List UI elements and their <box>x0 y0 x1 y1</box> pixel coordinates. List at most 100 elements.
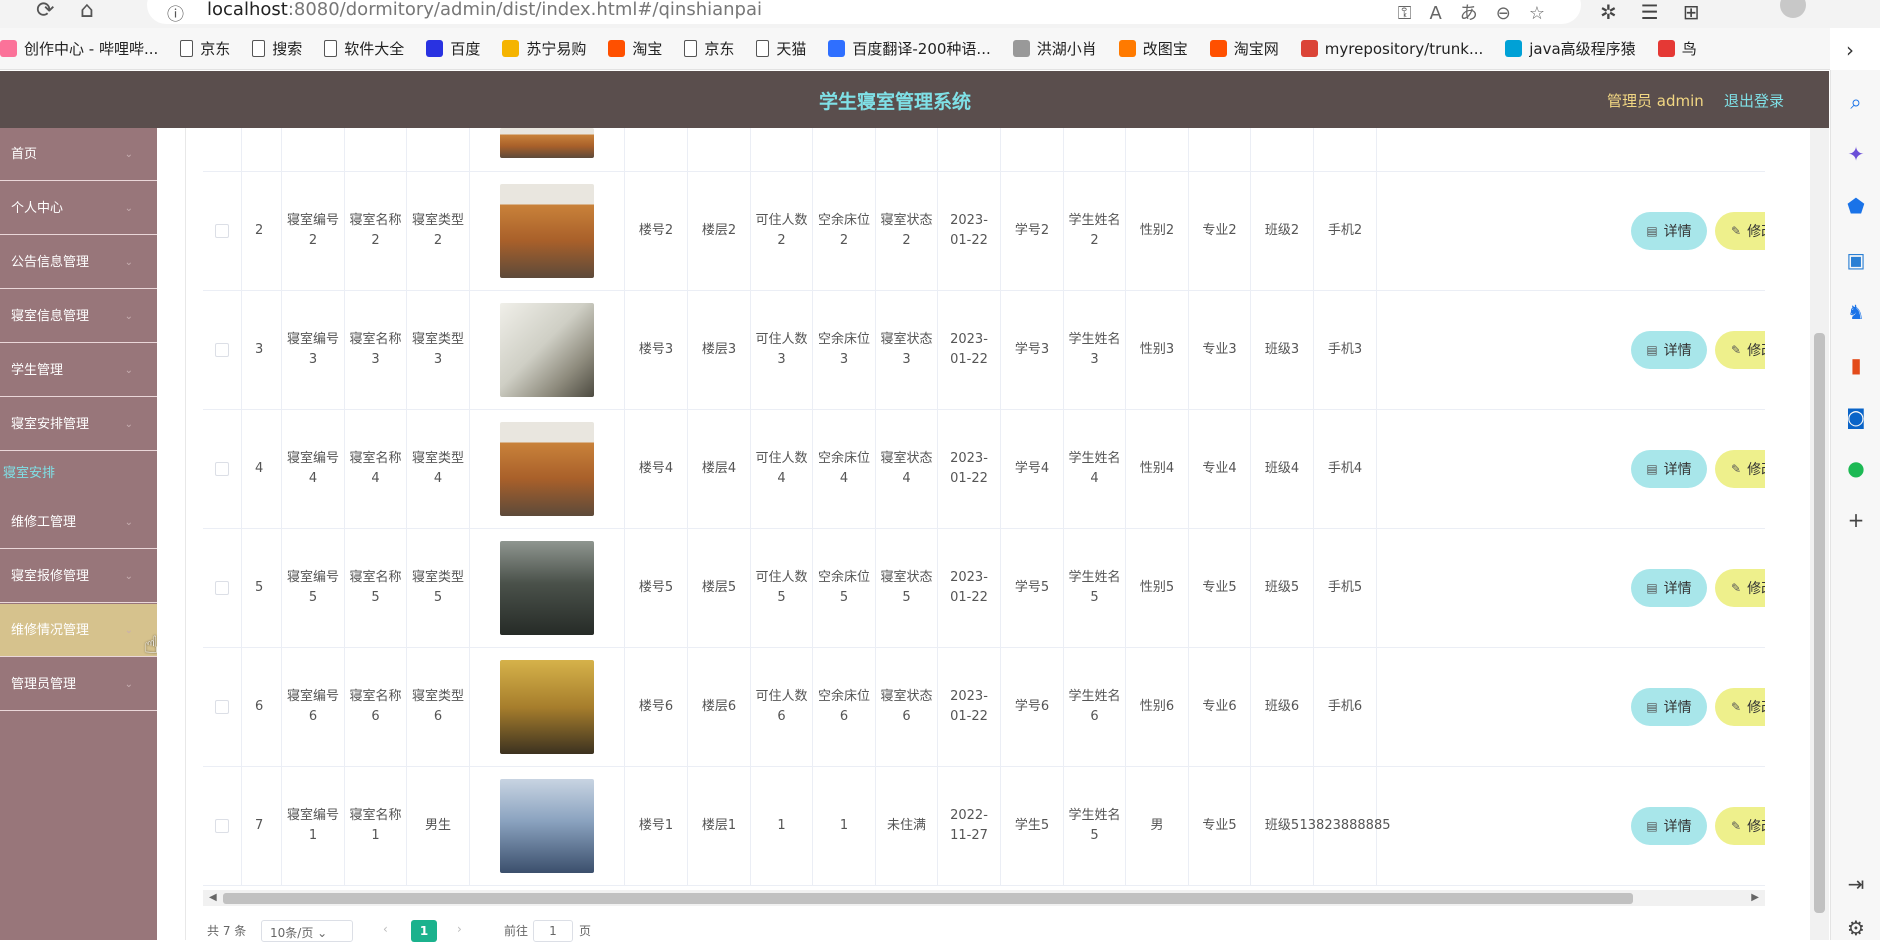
next-page-icon[interactable]: › <box>457 922 462 936</box>
row-checkbox[interactable] <box>215 343 229 357</box>
sidebar-item[interactable]: 学生管理 ⌄ <box>0 344 157 397</box>
room-photo[interactable] <box>500 422 594 516</box>
table-cell-bianhao: 寝室编号6 <box>282 648 345 766</box>
sidebar-collapse-icon[interactable]: ⇥ <box>1844 872 1868 896</box>
room-photo[interactable] <box>500 660 594 754</box>
detail-label: 详情 <box>1663 581 1692 597</box>
profile-avatar[interactable] <box>1780 0 1806 18</box>
settings-icon[interactable]: ⚙ <box>1844 916 1868 940</box>
sidebar-item[interactable]: 寝室安排管理 ⌄ <box>0 398 157 451</box>
room-photo[interactable] <box>500 541 594 635</box>
bookmark-item[interactable]: 京东 <box>684 38 734 59</box>
bookmark-item[interactable]: 创作中心 - 哔哩哔... <box>0 38 158 59</box>
sidebar-item[interactable]: 公告信息管理 ⌄ <box>0 236 157 289</box>
edit-button[interactable]: ✎ 修改 <box>1715 688 1765 726</box>
edit-label: 修改 <box>1747 224 1765 240</box>
bookmark-item[interactable]: 苏宁易购 <box>502 38 586 59</box>
bookmark-item[interactable]: 百度 <box>426 38 480 59</box>
horizontal-scrollbar[interactable]: ◀ ▶ <box>203 890 1765 906</box>
edit-button[interactable]: ✎ 修改 <box>1715 212 1765 250</box>
bookmarks-bar: 创作中心 - 哔哩哔... 京东 搜索 软件大全 百度 苏宁易购 淘宝 京东 天猫 百度翻译-20… <box>0 28 1830 70</box>
row-checkbox[interactable] <box>215 819 229 833</box>
room-photo[interactable] <box>500 779 594 873</box>
sidebar-item[interactable]: 寝室信息管理 ⌄ <box>0 290 157 343</box>
bookmark-label: 京东 <box>704 40 735 58</box>
page-icon <box>684 40 698 57</box>
row-checkbox[interactable] <box>215 700 229 714</box>
bookmarks-more-icon[interactable]: › <box>1846 38 1854 62</box>
sidebar-subitem-active[interactable]: 寝室安排 <box>3 462 55 481</box>
detail-button[interactable]: ▤ 详情 <box>1631 807 1707 845</box>
sidebar-item[interactable]: 维修工管理 ⌄ <box>0 496 157 549</box>
info-icon[interactable]: ⓘ <box>167 0 184 25</box>
edit-button[interactable]: ✎ 修改 <box>1715 807 1765 845</box>
taobao-icon <box>1209 40 1227 57</box>
url-text[interactable]: localhost:8080/dormitory/admin/dist/inde… <box>207 0 762 20</box>
copilot-icon[interactable]: ✦ <box>1844 142 1868 166</box>
edit-button[interactable]: ✎ 修改 <box>1715 569 1765 607</box>
table-cell <box>625 128 688 171</box>
row-checkbox[interactable] <box>215 224 229 238</box>
bookmark-item[interactable]: 百度翻译-200种语... <box>828 38 991 59</box>
table-cell-zhuangtai: 寝室状态6 <box>876 648 938 766</box>
edit-button[interactable]: ✎ 修改 <box>1715 331 1765 369</box>
bookmark-item[interactable]: 软件大全 <box>324 38 404 59</box>
table-cell-zhuanye: 专业5 <box>1189 529 1251 647</box>
detail-button[interactable]: ▤ 详情 <box>1631 688 1707 726</box>
row-checkbox[interactable] <box>215 462 229 476</box>
current-page[interactable]: 1 <box>411 920 437 942</box>
sidebar-item[interactable]: 寝室报修管理 ⌄ <box>0 550 157 603</box>
taobao-icon <box>608 40 626 57</box>
tag-icon[interactable]: ⬟ <box>1844 194 1868 218</box>
extensions-icon[interactable]: ✲☰⊞ <box>1600 0 1723 24</box>
row-checkbox[interactable] <box>215 581 229 595</box>
bookmark-item[interactable]: java高级程序猿 <box>1505 38 1636 59</box>
vertical-scrollbar[interactable] <box>1810 128 1829 940</box>
table-cell <box>751 128 813 171</box>
bookmark-item[interactable]: 搜索 <box>252 38 302 59</box>
bookmark-item[interactable]: 洪湖小肖 <box>1012 38 1097 59</box>
office-icon[interactable]: ▮ <box>1844 353 1868 377</box>
address-bar-actions-icon[interactable]: ⚿Aあ⊖☆ <box>1398 0 1563 25</box>
bookmark-item[interactable]: 改图宝 <box>1118 38 1188 59</box>
bookmark-item[interactable]: 鸟 <box>1657 38 1697 59</box>
add-icon[interactable]: + <box>1844 508 1868 532</box>
address-bar[interactable]: ⓘ localhost:8080/dormitory/admin/dist/in… <box>147 0 1581 25</box>
sidebar-item[interactable]: 个人中心 ⌄ <box>0 182 157 235</box>
browser-toolbar: ⟳ ⌂ ⓘ localhost:8080/dormitory/admin/dis… <box>0 0 1880 28</box>
home-icon[interactable]: ⌂ <box>80 0 94 22</box>
table-cell-shouji: 手机3 <box>1314 291 1377 409</box>
bookmark-item[interactable]: 淘宝网 <box>1209 38 1279 59</box>
edit-button[interactable]: ✎ 修改 <box>1715 450 1765 488</box>
room-photo[interactable] <box>500 303 594 397</box>
scroll-left-icon[interactable]: ◀ <box>209 890 217 906</box>
detail-button[interactable]: ▤ 详情 <box>1631 212 1707 250</box>
prev-page-icon[interactable]: ‹ <box>383 922 388 936</box>
detail-button[interactable]: ▤ 详情 <box>1631 569 1707 607</box>
bookmark-item[interactable]: myrepository/trunk... <box>1300 40 1483 58</box>
sidebar-item[interactable]: 维修情况管理 ⌄ <box>0 604 157 657</box>
bookmark-item[interactable]: 京东 <box>180 38 230 59</box>
search-icon[interactable]: ⌕ <box>1844 90 1868 114</box>
table-cell-xuehao: 学号6 <box>1001 648 1064 766</box>
goto-page-input[interactable]: 1 <box>533 920 573 942</box>
reload-icon[interactable]: ⟳ <box>36 0 54 22</box>
room-photo[interactable] <box>500 184 594 278</box>
bookmark-item[interactable]: 天猫 <box>756 38 806 59</box>
outlook-icon[interactable]: ◙ <box>1844 405 1868 429</box>
document-icon: ▤ <box>1646 462 1658 476</box>
sidebar-item[interactable]: 首页 ⌄ <box>0 128 157 181</box>
toolbox-icon[interactable]: ▣ <box>1844 248 1868 272</box>
games-icon[interactable]: ♞ <box>1844 300 1868 324</box>
sidebar-item-label: 寝室报修管理 <box>11 569 90 584</box>
document-icon: ▤ <box>1646 224 1658 238</box>
table-cell-leixing: 寝室类型6 <box>407 648 470 766</box>
detail-button[interactable]: ▤ 详情 <box>1631 450 1707 488</box>
spotify-icon[interactable]: ● <box>1844 456 1868 480</box>
page-size-select[interactable]: 10条/页 ⌄ <box>261 920 353 942</box>
scroll-right-icon[interactable]: ▶ <box>1751 890 1759 906</box>
detail-button[interactable]: ▤ 详情 <box>1631 331 1707 369</box>
sidebar-item[interactable]: 管理员管理 ⌄ <box>0 658 157 711</box>
logout-link[interactable]: 退出登录 <box>1724 90 1784 111</box>
bookmark-item[interactable]: 淘宝 <box>608 38 662 59</box>
